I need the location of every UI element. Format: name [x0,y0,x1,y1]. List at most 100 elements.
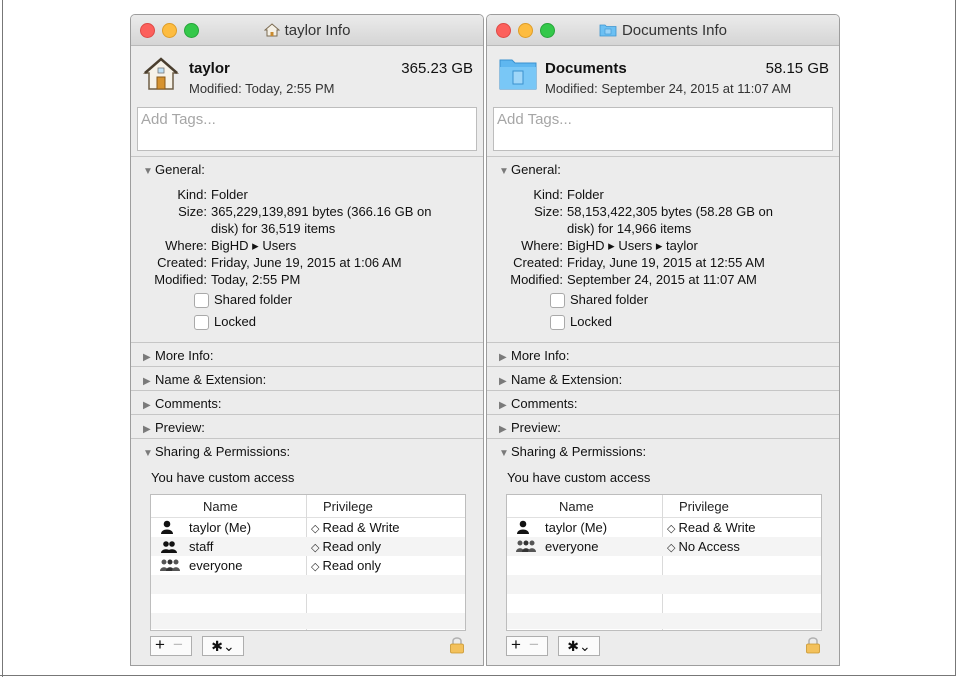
home-icon [263,23,280,41]
privilege-popup[interactable]: ◇ Read & Write [667,520,756,535]
gear-icon: ✱⌄ [567,638,591,654]
user-icon [515,520,531,537]
add-remove-control: + − [150,635,192,656]
privilege-column-header[interactable]: Privilege [323,499,373,514]
modified-label: Modified: [510,272,563,287]
more-info-title: More Info: [511,348,570,363]
preview-title: Preview: [511,420,561,435]
privilege-popup[interactable]: ◇ Read only [311,558,381,573]
table-row[interactable]: everyone ◇ No Access [507,537,821,556]
gear-menu-button[interactable]: ✱⌄ [202,636,244,656]
comments-section[interactable]: ▶ Comments: [487,390,839,415]
disclosure-collapsed-icon: ▶ [499,376,507,387]
permissions-header: Name Privilege [151,495,465,518]
user-name: everyone [545,539,599,554]
sharing-title: Sharing & Permissions: [511,444,647,459]
sharing-section-toggle[interactable]: ▼ Sharing & Permissions: [143,444,290,459]
privilege-popup[interactable]: ◇ Read only [311,539,381,554]
privilege-popup[interactable]: ◇ No Access [667,539,740,554]
privilege-column-header[interactable]: Privilege [679,499,729,514]
home-folder-icon [143,56,179,95]
updown-arrows-icon: ◇ [311,561,320,573]
created-value: Friday, June 19, 2015 at 1:06 AM [211,255,402,270]
item-name: Documents [545,60,627,77]
access-status: You have custom access [151,470,295,485]
name-extension-section[interactable]: ▶ Name & Extension: [487,366,839,391]
lock-icon[interactable] [805,636,821,657]
permissions-table[interactable]: Name Privilege taylor (Me) ◇ Read & Write… [506,494,822,631]
info-window-taylor: taylor Info taylor 365.23 GB Modified: T… [130,14,484,666]
frame-left-edge [2,0,3,677]
table-row[interactable]: everyone ◇ Read only [151,556,465,575]
item-modified: Modified: Today, 2:55 PM [189,81,335,96]
window-title: Documents Info [487,22,839,41]
tags-field[interactable] [137,107,477,151]
table-row[interactable]: taylor (Me) ◇ Read & Write [507,518,821,537]
where-label: Where: [165,238,207,253]
documents-folder-icon [599,23,617,41]
where-label: Where: [521,238,563,253]
name-extension-section[interactable]: ▶ Name & Extension: [131,366,483,391]
gear-menu-button[interactable]: ✱⌄ [558,636,600,656]
name-column-header[interactable]: Name [203,499,238,514]
empty-row [151,613,465,629]
comments-title: Comments: [155,396,222,411]
more-info-section[interactable]: ▶ More Info: [131,342,483,367]
add-user-button[interactable]: + [511,635,521,655]
info-header: taylor 365.23 GB Modified: Today, 2:55 P… [131,46,483,108]
kind-value: Folder [211,187,248,202]
tags-input[interactable] [494,108,820,131]
comments-section[interactable]: ▶ Comments: [131,390,483,415]
lock-icon[interactable] [449,636,465,657]
privilege-popup[interactable]: ◇ Read & Write [311,520,400,535]
add-user-button[interactable]: + [155,635,165,655]
window-title-text: Documents Info [621,22,728,39]
title-bar[interactable]: Documents Info [487,15,839,46]
preview-section[interactable]: ▶ Preview: [131,414,483,439]
window-title: taylor Info [131,22,483,41]
disclosure-expanded-icon: ▼ [143,448,153,459]
table-row[interactable]: staff ◇ Read only [151,537,465,556]
permissions-table[interactable]: Name Privilege taylor (Me) ◇ Read & Write… [150,494,466,631]
name-column-header[interactable]: Name [559,499,594,514]
disclosure-collapsed-icon: ▶ [499,400,507,411]
disclosure-expanded-icon: ▼ [499,166,509,177]
checkbox-box[interactable] [194,293,209,308]
everyone-icon [515,539,537,556]
general-section-toggle[interactable]: ▼ General: [499,162,561,177]
privilege-value: Read & Write [678,520,756,535]
privilege-value: Read only [322,539,382,554]
created-label: Created: [157,255,207,270]
locked-label: Locked [214,314,256,329]
table-row[interactable]: taylor (Me) ◇ Read & Write [151,518,465,537]
disclosure-expanded-icon: ▼ [499,448,509,459]
tags-field[interactable] [493,107,833,151]
checkbox-box[interactable] [194,315,209,330]
disclosure-collapsed-icon: ▶ [143,400,151,411]
checkbox-box[interactable] [550,315,565,330]
group-icon [159,539,179,556]
item-size: 365.23 GB [401,60,473,77]
kind-label: Kind: [177,187,207,202]
remove-user-button[interactable]: − [173,635,183,655]
tags-input[interactable] [138,108,464,131]
checkbox-box[interactable] [550,293,565,308]
disclosure-expanded-icon: ▼ [143,166,153,177]
empty-row [507,613,821,629]
updown-arrows-icon: ◇ [311,542,320,554]
size-label: Size: [178,204,207,219]
name-extension-title: Name & Extension: [511,372,623,387]
preview-section[interactable]: ▶ Preview: [487,414,839,439]
general-section-toggle[interactable]: ▼ General: [143,162,205,177]
more-info-section[interactable]: ▶ More Info: [487,342,839,367]
kind-value: Folder [567,187,604,202]
remove-user-button[interactable]: − [529,635,539,655]
title-bar[interactable]: taylor Info [131,15,483,46]
general-section-title: General: [511,162,561,177]
everyone-icon [159,558,181,575]
documents-folder-icon [499,56,537,93]
sharing-section-toggle[interactable]: ▼ Sharing & Permissions: [499,444,646,459]
name-extension-title: Name & Extension: [155,372,267,387]
gear-icon: ✱⌄ [211,638,235,654]
size-value-line2: disk) for 14,966 items [567,221,692,236]
